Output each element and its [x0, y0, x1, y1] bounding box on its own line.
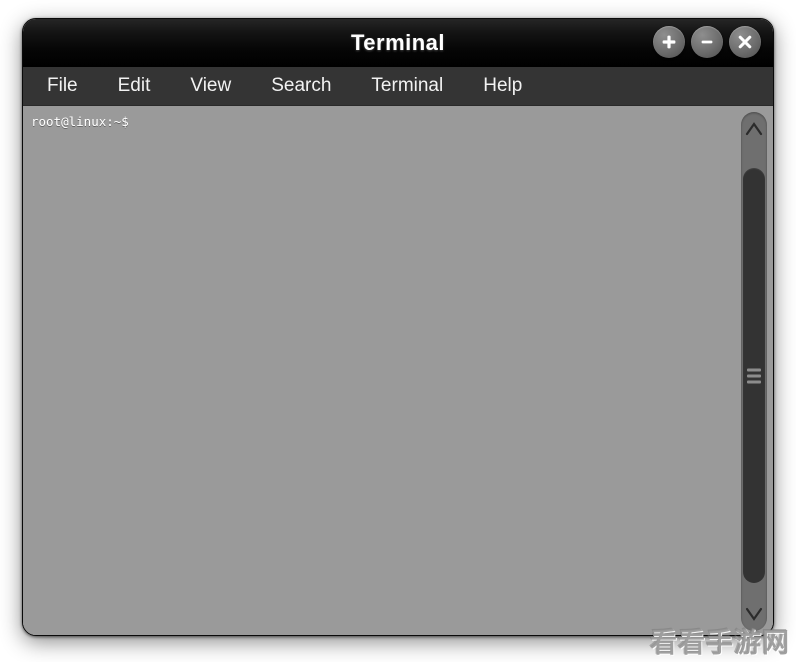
menu-item-help[interactable]: Help: [477, 75, 528, 97]
menu-item-terminal[interactable]: Terminal: [365, 75, 449, 97]
close-button[interactable]: [729, 26, 761, 58]
chevron-up-icon: [745, 122, 763, 136]
terminal-window: Terminal File Edit View Search Terminal …: [22, 18, 774, 636]
menu-item-file[interactable]: File: [41, 75, 84, 97]
chevron-down-icon: [745, 607, 763, 621]
terminal-body: root@linux:~$: [23, 106, 773, 635]
window-titlebar[interactable]: Terminal: [23, 19, 773, 67]
vertical-scroll-track[interactable]: [741, 112, 767, 631]
menu-bar: File Edit View Search Terminal Help: [23, 67, 773, 106]
menu-item-view[interactable]: View: [184, 75, 237, 97]
close-icon: [738, 35, 752, 49]
maximize-button[interactable]: [653, 26, 685, 58]
vertical-scroll-thumb[interactable]: [743, 168, 765, 583]
minimize-button[interactable]: [691, 26, 723, 58]
minus-icon: [701, 40, 713, 44]
menu-item-edit[interactable]: Edit: [112, 75, 157, 97]
scroll-up-button[interactable]: [741, 114, 767, 144]
scroll-down-button[interactable]: [741, 599, 767, 629]
plus-icon: [662, 35, 676, 49]
terminal-prompt-line: root@linux:~$: [31, 114, 129, 129]
vertical-scrollbar[interactable]: [739, 106, 773, 635]
terminal-output-area[interactable]: root@linux:~$: [23, 106, 739, 635]
page-background: Terminal File Edit View Search Terminal …: [0, 0, 796, 662]
window-controls: [653, 26, 761, 58]
vertical-thumb-grip: [747, 365, 761, 386]
menu-item-search[interactable]: Search: [265, 75, 337, 97]
